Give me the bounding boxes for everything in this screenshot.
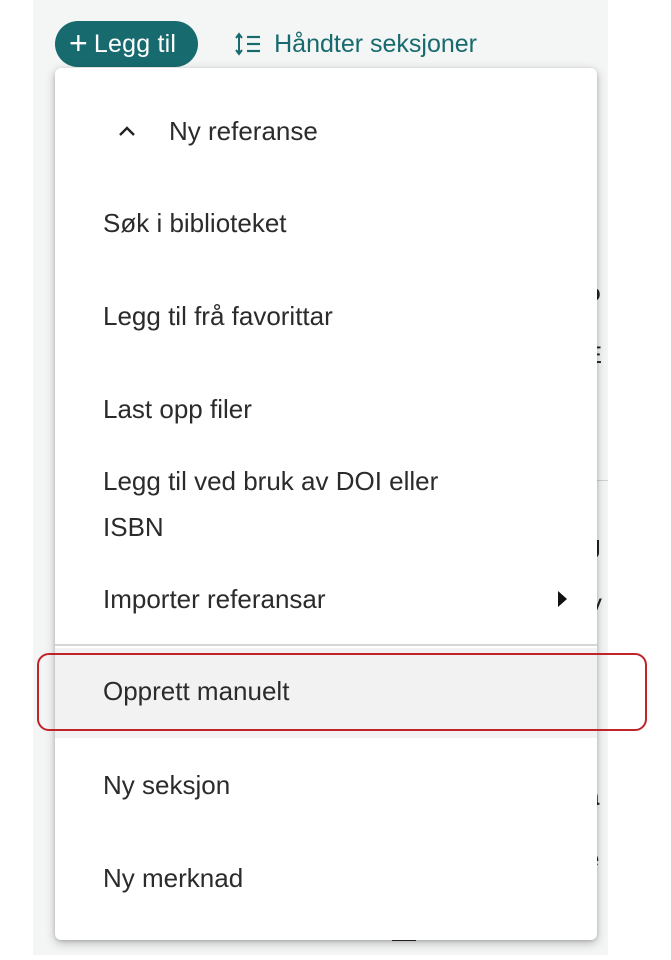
menu-header-label: Ny referanse	[169, 116, 318, 146]
menu-item-upload-files[interactable]: Last opp filer	[55, 386, 597, 432]
menu-divider	[55, 644, 597, 646]
highlight-annotation-box	[37, 653, 647, 731]
menu-item-label: Last opp filer	[103, 394, 252, 424]
menu-item-search-library[interactable]: Søk i biblioteket	[55, 200, 597, 246]
background-divider	[596, 480, 608, 481]
menu-item-import-references[interactable]: Importer referansar	[55, 576, 597, 622]
menu-item-label: Ny merknad	[103, 863, 244, 893]
manage-sections-label: Håndter seksjoner	[274, 29, 477, 58]
menu-item-label: Legg til frå favorittar	[103, 301, 333, 331]
menu-item-label: Søk i biblioteket	[103, 208, 287, 238]
menu-header-new-reference[interactable]: Ny referanse	[55, 108, 597, 154]
menu-item-new-section[interactable]: Ny seksjon	[55, 762, 597, 808]
sort-list-icon	[235, 32, 261, 56]
menu-item-add-by-doi-isbn[interactable]: Legg til ved bruk av DOI eller ISBN	[55, 458, 597, 550]
caret-right-icon	[558, 591, 567, 607]
manage-sections-button[interactable]: Håndter seksjoner	[234, 30, 477, 59]
add-dropdown-menu: Ny referanse Søk i biblioteket Legg til …	[55, 68, 597, 940]
menu-item-label: Legg til ved bruk av DOI eller	[103, 466, 439, 496]
toolbar: + Legg til Håndter seksjoner	[55, 20, 477, 68]
menu-item-label: Importer referansar	[103, 584, 326, 614]
add-button[interactable]: + Legg til	[55, 21, 199, 67]
menu-item-label: Ny seksjon	[103, 770, 231, 800]
add-button-label: Legg til	[93, 29, 177, 58]
menu-item-new-note[interactable]: Ny merknad	[55, 855, 597, 901]
chevron-up-icon	[107, 125, 147, 137]
plus-icon: +	[69, 24, 88, 61]
menu-item-label-line2: ISBN	[103, 512, 164, 542]
menu-item-add-from-favourites[interactable]: Legg til frå favorittar	[55, 293, 597, 339]
